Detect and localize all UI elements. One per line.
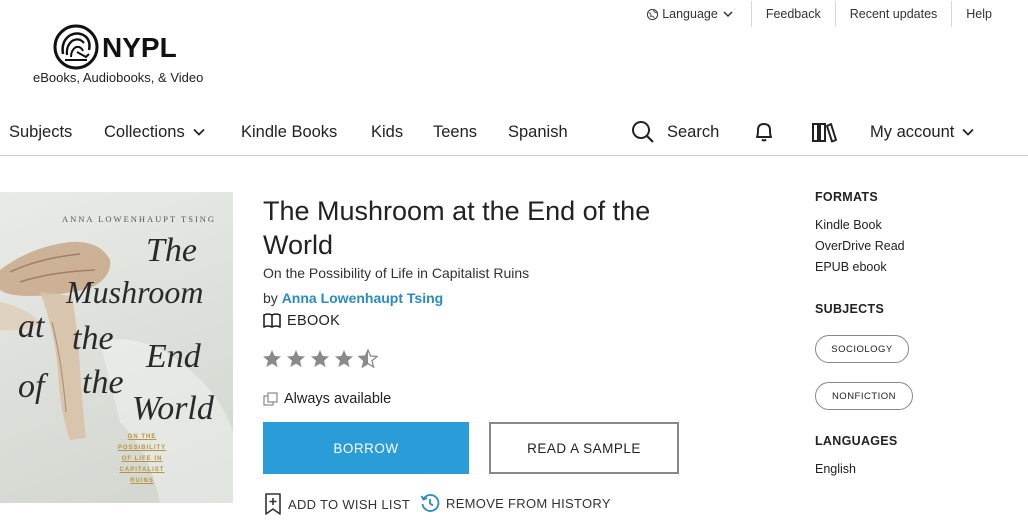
subject-pill[interactable]: NONFICTION bbox=[815, 382, 913, 410]
by-prefix: by bbox=[263, 290, 278, 306]
book-subtitle: On the Possibility of Life in Capitalist… bbox=[263, 265, 530, 281]
logo-tagline: eBooks, Audiobooks, & Video bbox=[33, 70, 204, 85]
nav-collections-label: Collections bbox=[104, 122, 185, 141]
chevron-down-icon bbox=[723, 11, 733, 18]
nav-collections[interactable]: Collections bbox=[104, 110, 206, 154]
cover-word: End bbox=[146, 338, 201, 375]
remove-from-history-button[interactable]: REMOVE FROM HISTORY bbox=[420, 493, 611, 513]
cover-word: World bbox=[132, 390, 214, 427]
bell-icon bbox=[756, 123, 772, 142]
cover-author: ANNA LOWENHAUPT TSING bbox=[62, 214, 217, 224]
bookshelf-icon bbox=[812, 123, 837, 143]
nav-search[interactable]: Search bbox=[631, 110, 719, 154]
nav-my-account-label: My account bbox=[870, 122, 955, 141]
main-nav: Subjects Collections Kindle Books Kids T… bbox=[0, 110, 1028, 156]
cover-word: the bbox=[82, 364, 124, 401]
open-book-icon bbox=[263, 313, 281, 328]
remove-history-label: REMOVE FROM HISTORY bbox=[446, 495, 611, 511]
read-sample-button[interactable]: READ A SAMPLE bbox=[489, 422, 679, 474]
language-label: Language bbox=[662, 7, 718, 21]
notifications-button[interactable] bbox=[752, 110, 776, 154]
bookmark-add-icon bbox=[265, 493, 281, 515]
cover-subtitle-line: RUINS bbox=[130, 478, 154, 484]
cover-subtitle: ON THE POSSIBILITY OF LIFE IN CAPITALIST… bbox=[112, 432, 172, 487]
byline: by Anna Lowenhaupt Tsing bbox=[263, 290, 443, 306]
help-link[interactable]: Help bbox=[951, 1, 1006, 27]
subject-pill[interactable]: SOCIOLOGY bbox=[815, 335, 909, 363]
history-icon bbox=[420, 494, 440, 512]
copies-icon bbox=[263, 392, 278, 406]
nav-search-label: Search bbox=[667, 122, 720, 141]
star-full-icon bbox=[263, 350, 281, 367]
availability-label: Always available bbox=[284, 391, 392, 407]
cover-word: the bbox=[72, 320, 114, 357]
search-icon bbox=[632, 121, 654, 143]
nav-my-account[interactable]: My account bbox=[870, 110, 975, 154]
nav-teens[interactable]: Teens bbox=[433, 110, 477, 154]
format-label: EBOOK bbox=[287, 313, 341, 329]
chevron-down-icon bbox=[193, 128, 205, 136]
cover-word: Mushroom bbox=[66, 274, 204, 310]
cover-word: of bbox=[18, 368, 45, 405]
feedback-link[interactable]: Feedback bbox=[750, 1, 835, 27]
cover-subtitle-line: ON THE bbox=[127, 434, 157, 440]
subjects-heading: SUBJECTS bbox=[815, 302, 885, 316]
cover-word: at bbox=[18, 308, 45, 345]
bookshelf-button[interactable] bbox=[811, 110, 838, 154]
recent-updates-link[interactable]: Recent updates bbox=[834, 1, 952, 27]
lion-logo-icon bbox=[53, 24, 99, 70]
add-to-wish-list-button[interactable]: ADD TO WISH LIST bbox=[264, 493, 410, 515]
borrow-button[interactable]: BORROW bbox=[263, 422, 469, 474]
star-rating[interactable] bbox=[262, 349, 382, 368]
star-half-icon bbox=[358, 349, 378, 368]
language-selector[interactable]: Language bbox=[632, 1, 751, 27]
logo-name: NYPL bbox=[102, 32, 177, 63]
globe-icon bbox=[647, 8, 659, 20]
format-link[interactable]: OverDrive Read bbox=[815, 239, 905, 253]
formats-heading: FORMATS bbox=[815, 190, 878, 204]
cover-subtitle-line: POSSIBILITY bbox=[117, 445, 167, 451]
nav-spanish[interactable]: Spanish bbox=[508, 110, 568, 154]
chevron-down-icon bbox=[962, 128, 974, 136]
nav-kids[interactable]: Kids bbox=[371, 110, 403, 154]
star-full-icon bbox=[287, 350, 305, 367]
format-indicator: EBOOK bbox=[263, 313, 340, 329]
format-link[interactable]: Kindle Book bbox=[815, 218, 882, 232]
utility-bar: Language Feedback Recent updates Help bbox=[632, 0, 1006, 28]
book-title: The Mushroom at the End of the World bbox=[263, 196, 651, 260]
cover-subtitle-line: CAPITALIST bbox=[119, 467, 165, 473]
cover-word: The bbox=[146, 232, 197, 269]
star-full-icon bbox=[335, 350, 353, 367]
book-cover[interactable]: ANNA LOWENHAUPT TSING The Mushroom at th… bbox=[0, 192, 233, 503]
format-link[interactable]: EPUB ebook bbox=[815, 260, 887, 274]
language-link[interactable]: English bbox=[815, 462, 856, 476]
author-link[interactable]: Anna Lowenhaupt Tsing bbox=[282, 290, 444, 306]
availability: Always available bbox=[263, 391, 391, 407]
wish-list-label: ADD TO WISH LIST bbox=[288, 496, 411, 512]
star-full-icon bbox=[311, 350, 329, 367]
nav-kindle-books[interactable]: Kindle Books bbox=[241, 110, 337, 154]
nav-subjects[interactable]: Subjects bbox=[9, 110, 72, 154]
languages-heading: LANGUAGES bbox=[815, 434, 898, 448]
nypl-logo[interactable]: NYPL eBooks, Audiobooks, & Video bbox=[33, 22, 233, 92]
cover-subtitle-line: OF LIFE IN bbox=[121, 456, 163, 462]
